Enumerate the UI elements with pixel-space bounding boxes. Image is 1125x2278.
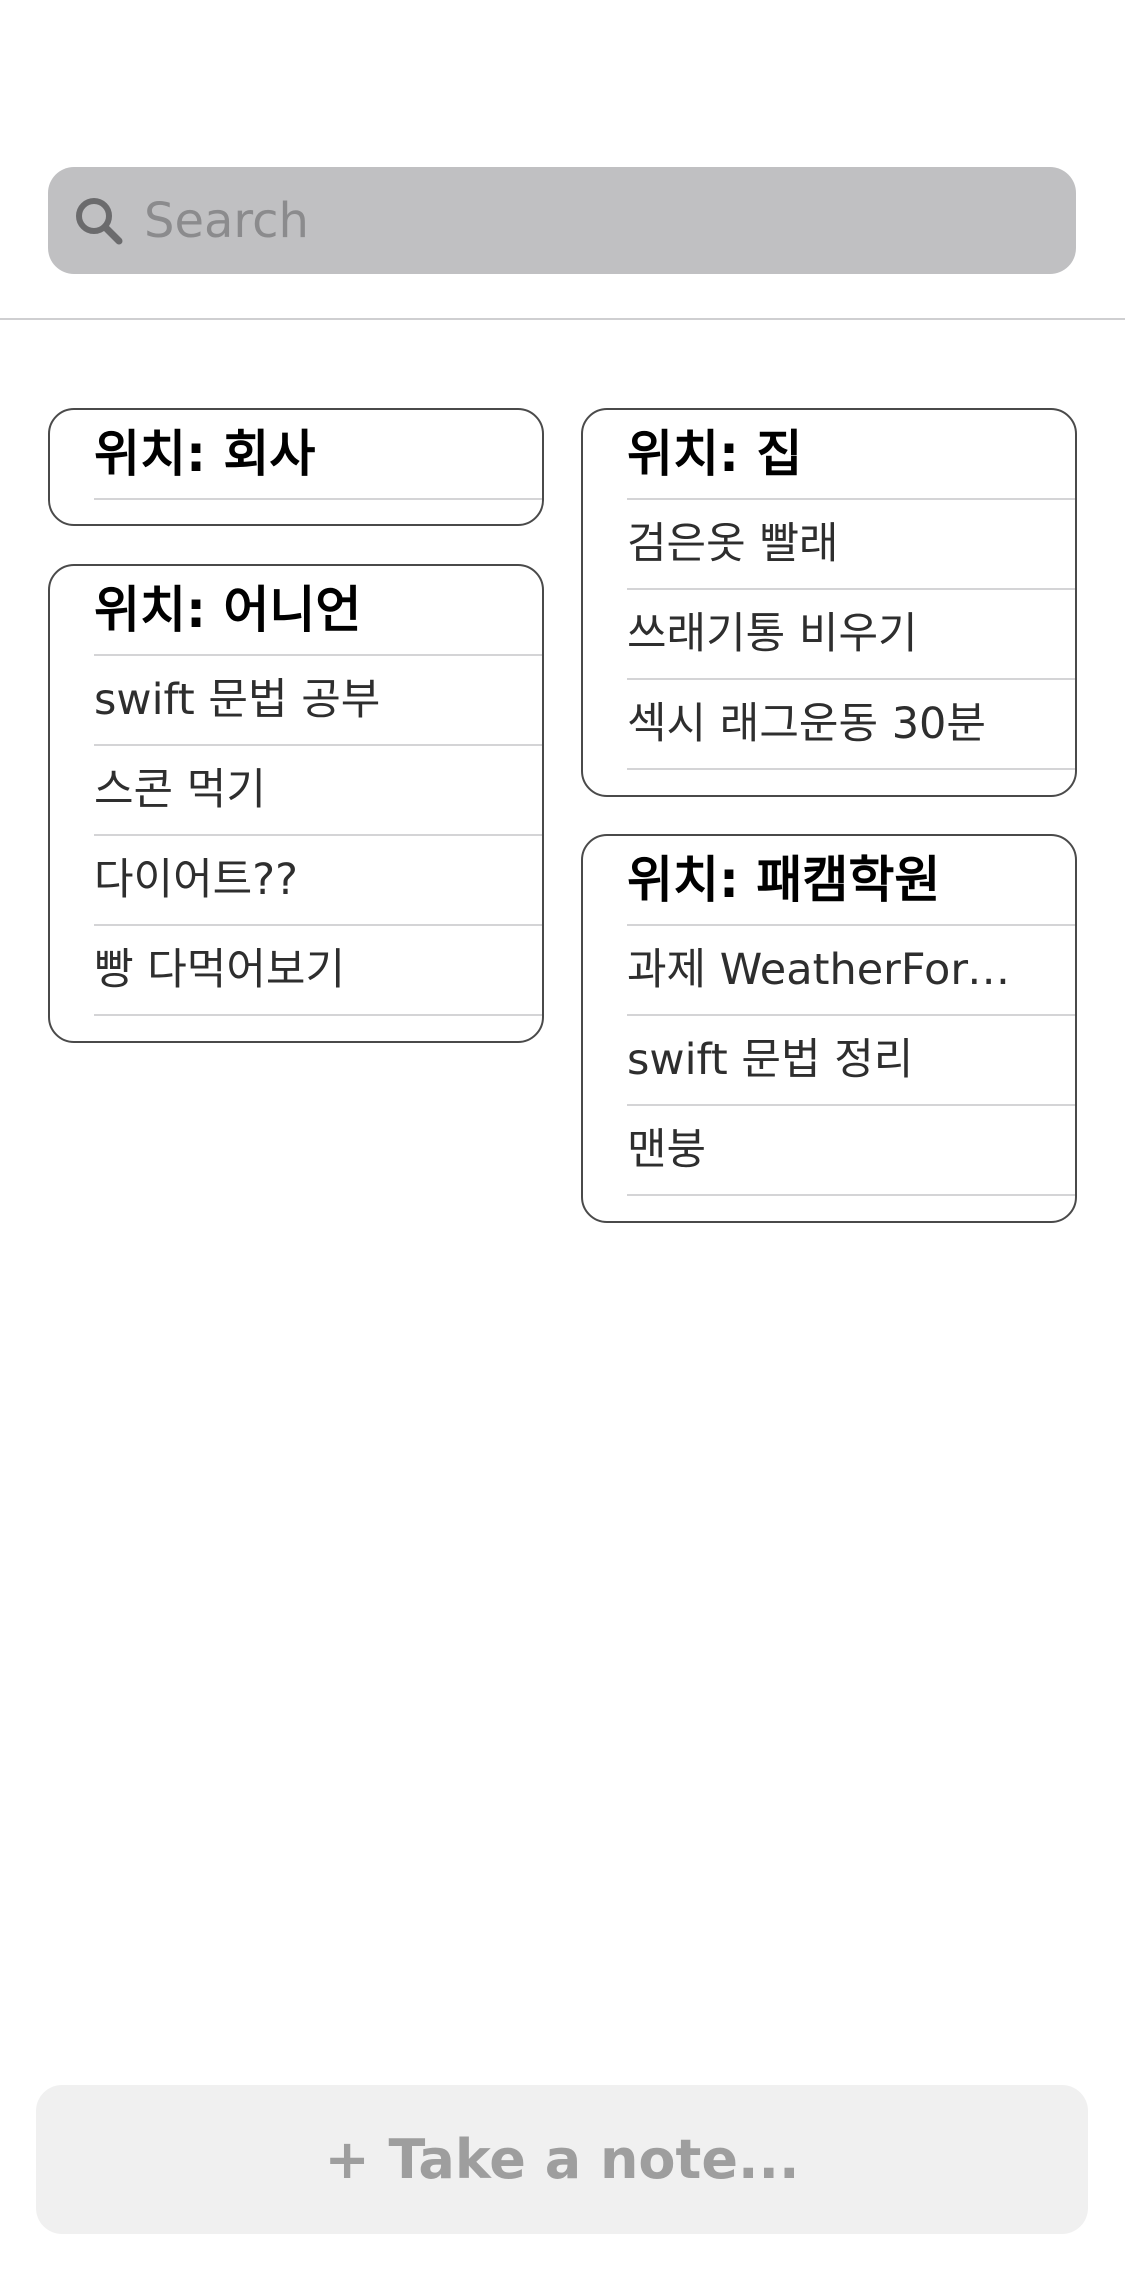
list-item[interactable]: swift 문법 정리 xyxy=(627,1016,1075,1106)
list-item[interactable]: 과제 WeatherFore... xyxy=(627,926,1075,1016)
list-item[interactable]: swift 문법 공부 xyxy=(94,656,542,746)
header-divider xyxy=(0,318,1125,320)
card-title: 위치: 회사 xyxy=(94,410,542,500)
note-card-company[interactable]: 위치: 회사 xyxy=(48,408,544,526)
list-item[interactable]: 빵 다먹어보기 xyxy=(94,926,542,1016)
list-item[interactable]: 섹시 래그운동 30분 xyxy=(627,680,1075,770)
note-card-home[interactable]: 위치: 집 검은옷 빨래 쓰래기통 비우기 섹시 래그운동 30분 xyxy=(581,408,1077,797)
search-bar[interactable] xyxy=(48,167,1076,274)
list-item[interactable]: 쓰래기통 비우기 xyxy=(627,590,1075,680)
card-title: 위치: 집 xyxy=(627,410,1075,500)
note-card-fastcampus[interactable]: 위치: 패캠학원 과제 WeatherFore... swift 문법 정리 맨… xyxy=(581,834,1077,1223)
take-note-label: + Take a note... xyxy=(324,2128,800,2191)
list-item[interactable]: 맨붕 xyxy=(627,1106,1075,1196)
take-note-button[interactable]: + Take a note... xyxy=(36,2085,1088,2234)
card-title: 위치: 패캠학원 xyxy=(627,836,1075,926)
search-input[interactable] xyxy=(142,191,1046,250)
list-item[interactable]: 다이어트?? xyxy=(94,836,542,926)
note-card-onion[interactable]: 위치: 어니언 swift 문법 공부 스콘 먹기 다이어트?? 빵 다먹어보기 xyxy=(48,564,544,1043)
card-title: 위치: 어니언 xyxy=(94,566,542,656)
list-item[interactable]: 스콘 먹기 xyxy=(94,746,542,836)
list-item[interactable]: 검은옷 빨래 xyxy=(627,500,1075,590)
search-icon xyxy=(76,197,123,244)
